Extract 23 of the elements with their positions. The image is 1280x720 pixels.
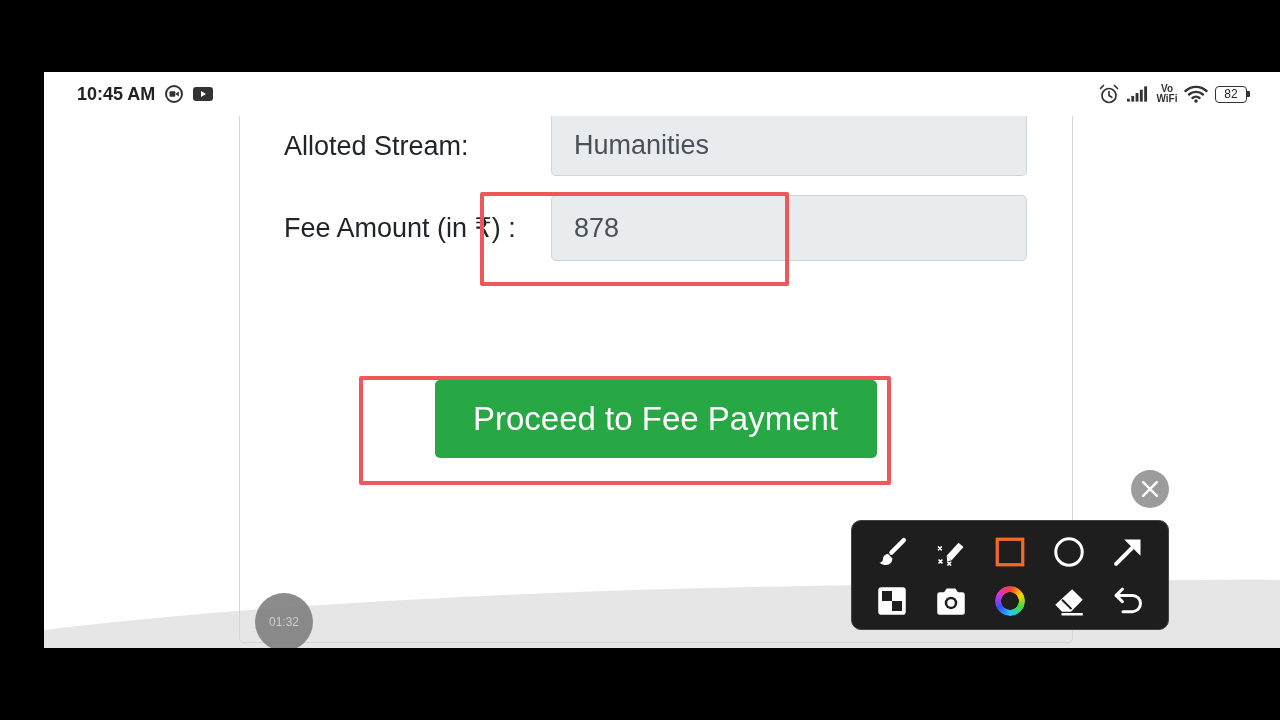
clock-time: 10:45 AM: [77, 83, 156, 105]
undo-icon: [1112, 585, 1143, 616]
rectangle-tool[interactable]: [994, 536, 1025, 567]
video-camera-icon: [165, 85, 184, 103]
undo-tool[interactable]: [1112, 585, 1143, 616]
color-wheel-icon: [994, 585, 1025, 616]
input-field[interactable]: Humanities: [551, 116, 1027, 176]
input-field[interactable]: 878: [551, 195, 1027, 261]
battery-indicator: 82: [1215, 85, 1250, 103]
play-icon: [193, 87, 214, 101]
field-label: Alloted Stream:: [284, 130, 470, 162]
signal-icon: [1127, 86, 1148, 102]
color-wheel-tool[interactable]: [994, 585, 1025, 616]
rectangle-icon: [994, 536, 1025, 567]
close-button[interactable]: [1131, 470, 1169, 508]
vowifi-label: Vo WiFi: [1155, 84, 1179, 104]
wifi-icon: [1184, 85, 1208, 103]
alarm-clock-icon: [1099, 84, 1119, 104]
circle-icon: [1053, 536, 1084, 567]
mosaic-icon: [876, 585, 907, 616]
circle-tool[interactable]: [1053, 536, 1084, 567]
mosaic-tool[interactable]: [876, 585, 907, 616]
close-icon: [1142, 481, 1158, 497]
